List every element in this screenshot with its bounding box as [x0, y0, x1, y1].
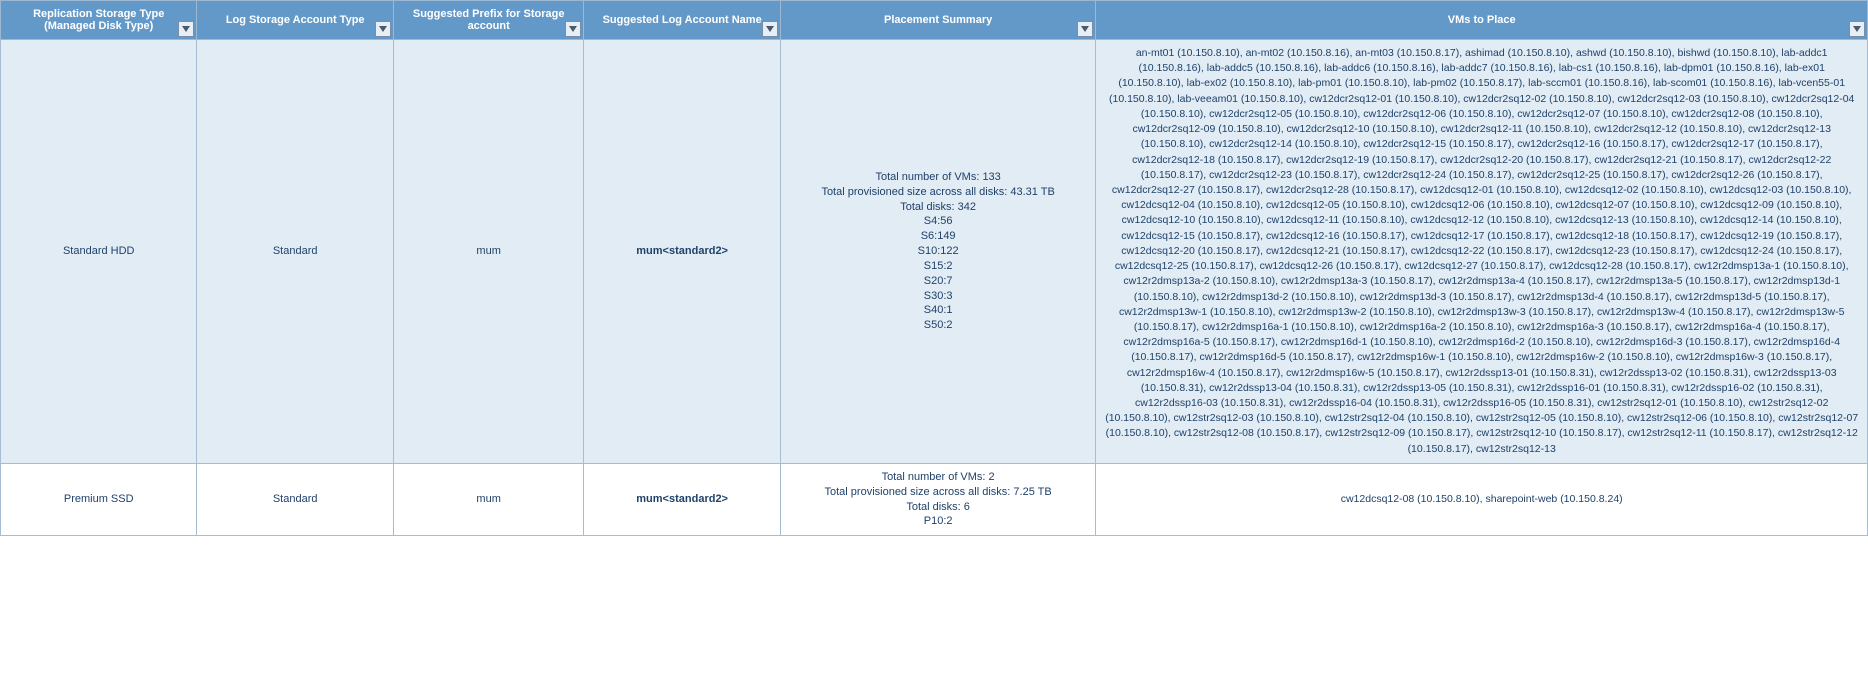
col-replication-type[interactable]: Replication Storage Type (Managed Disk T… [1, 1, 197, 40]
placement-table: Replication Storage Type (Managed Disk T… [0, 0, 1868, 536]
filter-dropdown-icon[interactable] [762, 21, 778, 37]
filter-dropdown-icon[interactable] [375, 21, 391, 37]
filter-dropdown-icon[interactable] [565, 21, 581, 37]
cell-prefix: mum [393, 40, 584, 464]
cell-summary: Total number of VMs: 133 Total provision… [780, 40, 1096, 464]
cell-log-account: mum<standard2> [584, 40, 780, 464]
cell-vms: an-mt01 (10.150.8.10), an-mt02 (10.150.8… [1096, 40, 1868, 464]
filter-dropdown-icon[interactable] [1077, 21, 1093, 37]
header-label: Log Storage Account Type [226, 14, 365, 26]
header-label: VMs to Place [1448, 14, 1516, 26]
col-summary[interactable]: Placement Summary [780, 1, 1096, 40]
table-row: Premium SSD Standard mum mum<standard2> … [1, 463, 1868, 535]
header-label: Replication Storage Type (Managed Disk T… [33, 8, 164, 32]
header-label: Suggested Prefix for Storage account [413, 8, 565, 32]
col-log-account[interactable]: Suggested Log Account Name [584, 1, 780, 40]
cell-replication-type: Premium SSD [1, 463, 197, 535]
cell-log-account: mum<standard2> [584, 463, 780, 535]
cell-replication-type: Standard HDD [1, 40, 197, 464]
table-row: Standard HDD Standard mum mum<standard2>… [1, 40, 1868, 464]
header-label: Suggested Log Account Name [603, 14, 762, 26]
header-label: Placement Summary [884, 14, 992, 26]
header-row: Replication Storage Type (Managed Disk T… [1, 1, 1868, 40]
col-prefix[interactable]: Suggested Prefix for Storage account [393, 1, 584, 40]
col-log-type[interactable]: Log Storage Account Type [197, 1, 393, 40]
cell-vms: cw12dcsq12-08 (10.150.8.10), sharepoint-… [1096, 463, 1868, 535]
filter-dropdown-icon[interactable] [1849, 21, 1865, 37]
cell-log-type: Standard [197, 40, 393, 464]
cell-log-type: Standard [197, 463, 393, 535]
col-vms[interactable]: VMs to Place [1096, 1, 1868, 40]
cell-summary: Total number of VMs: 2 Total provisioned… [780, 463, 1096, 535]
cell-prefix: mum [393, 463, 584, 535]
filter-dropdown-icon[interactable] [178, 21, 194, 37]
